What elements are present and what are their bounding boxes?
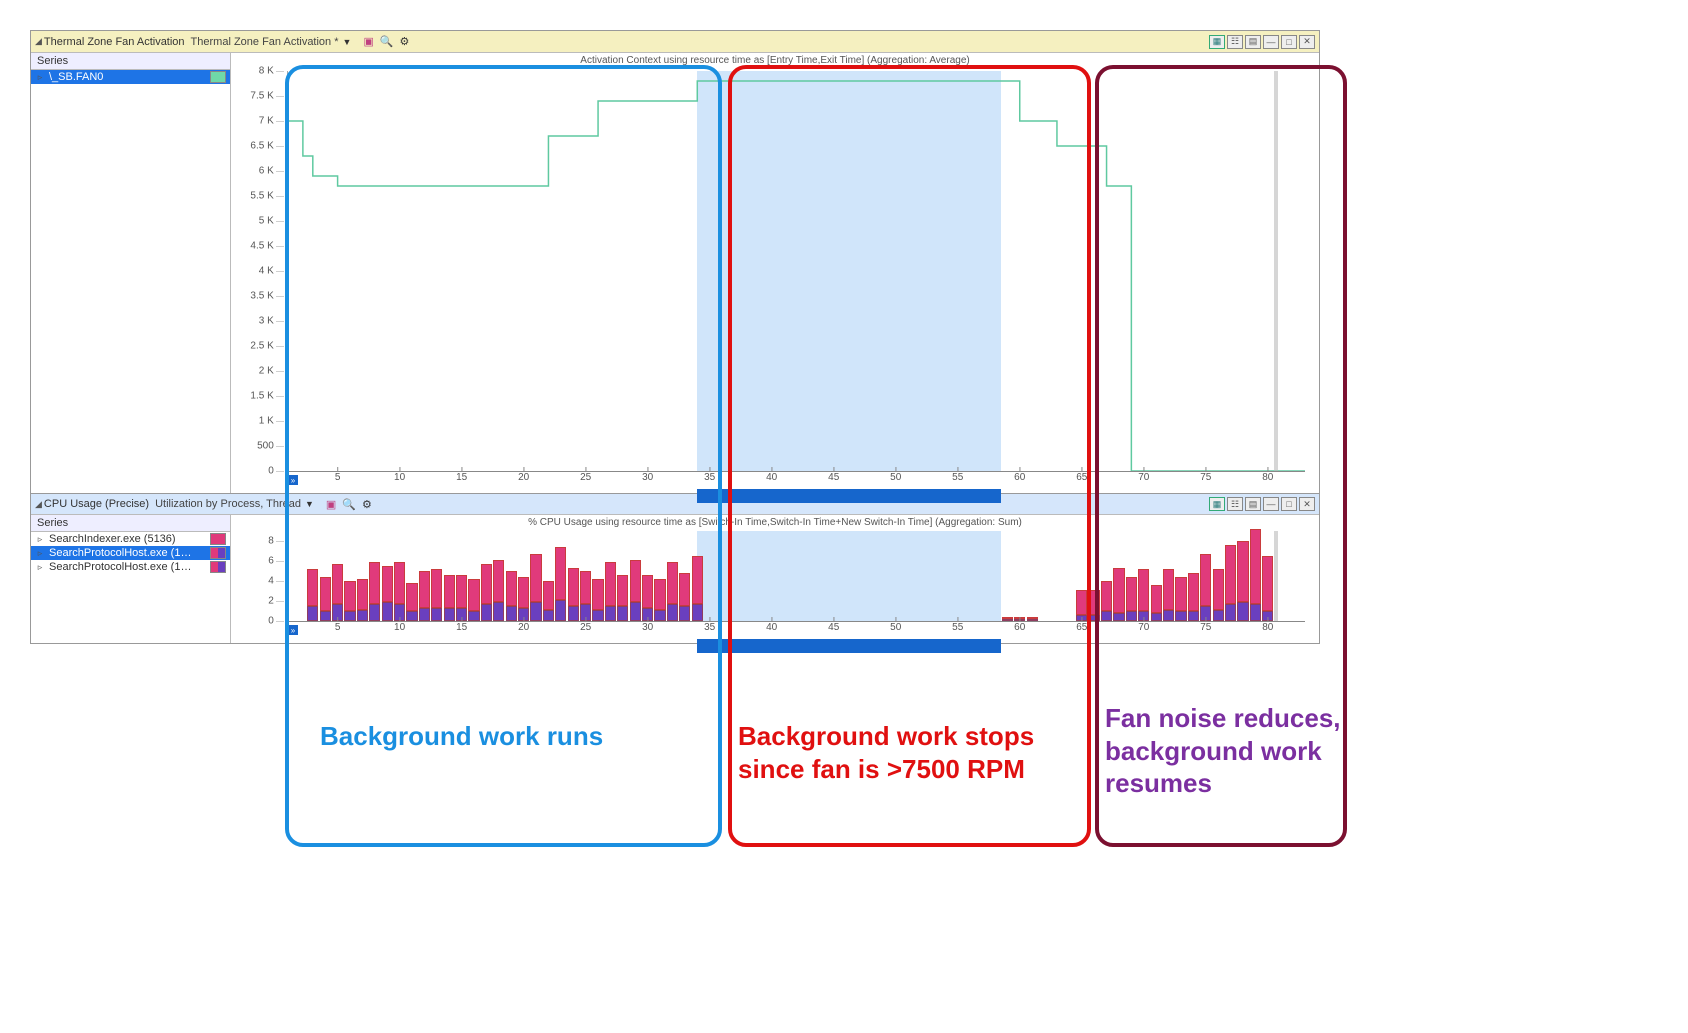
series-swatch	[210, 561, 226, 573]
collapse-icon[interactable]: ◢	[35, 499, 42, 510]
view-graph-icon[interactable]: ▦	[1209, 35, 1225, 49]
series-label: \_SB.FAN0	[49, 71, 206, 83]
series-item[interactable]: ▹ SearchIndexer.exe (5136)	[31, 532, 230, 546]
expand-icon[interactable]: ▹	[35, 562, 45, 573]
preset-icon[interactable]: ▣	[363, 35, 373, 48]
series-swatch	[210, 533, 226, 545]
bottom-panel-subtitle: Utilization by Process, Thread	[155, 498, 301, 510]
series-label: SearchProtocolHost.exe (1…	[49, 561, 206, 573]
top-panel-window-controls: ▦ ☷ ▤ — □ ✕	[1209, 35, 1315, 49]
top-series-pane: Series ▹ \_SB.FAN0	[31, 53, 231, 493]
maximize-icon[interactable]: □	[1281, 35, 1297, 49]
series-header: Series	[31, 515, 230, 532]
series-item[interactable]: ▹ \_SB.FAN0	[31, 70, 230, 84]
expand-icon[interactable]: ▹	[35, 548, 45, 559]
bottom-series-pane: Series ▹ SearchIndexer.exe (5136) ▹ Sear…	[31, 515, 231, 643]
series-item[interactable]: ▹ SearchProtocolHost.exe (1…	[31, 546, 230, 560]
top-panel-title: Thermal Zone Fan Activation	[44, 36, 185, 48]
top-panel-tools: ▣ 🔍 ⚙	[363, 35, 409, 48]
dropdown-icon[interactable]: ▼	[343, 37, 352, 47]
view-split-icon[interactable]: ▤	[1245, 35, 1261, 49]
series-swatch	[210, 71, 226, 83]
annotation-text-1: Background work runs	[320, 720, 720, 753]
series-label: SearchProtocolHost.exe (1…	[49, 547, 206, 559]
series-header: Series	[31, 53, 230, 70]
gear-icon[interactable]: ⚙	[400, 35, 410, 48]
search-icon[interactable]: 🔍	[380, 35, 394, 48]
annotation-text-3: Fan noise reduces, background work resum…	[1105, 702, 1365, 800]
close-icon[interactable]: ✕	[1299, 35, 1315, 49]
series-swatch	[210, 547, 226, 559]
bottom-panel-title: CPU Usage (Precise)	[44, 498, 149, 510]
expand-icon[interactable]: ▹	[35, 534, 45, 545]
series-item[interactable]: ▹ SearchProtocolHost.exe (1…	[31, 560, 230, 574]
top-panel-titlebar[interactable]: ◢ Thermal Zone Fan Activation Thermal Zo…	[31, 31, 1319, 53]
top-panel-subtitle: Thermal Zone Fan Activation *	[191, 36, 339, 48]
minimize-icon[interactable]: —	[1263, 35, 1279, 49]
collapse-icon[interactable]: ◢	[35, 36, 42, 47]
view-table-icon[interactable]: ☷	[1227, 35, 1243, 49]
expand-icon[interactable]: ▹	[35, 72, 45, 83]
series-label: SearchIndexer.exe (5136)	[49, 533, 206, 545]
annotation-text-2: Background work stops since fan is >7500…	[738, 720, 1088, 785]
